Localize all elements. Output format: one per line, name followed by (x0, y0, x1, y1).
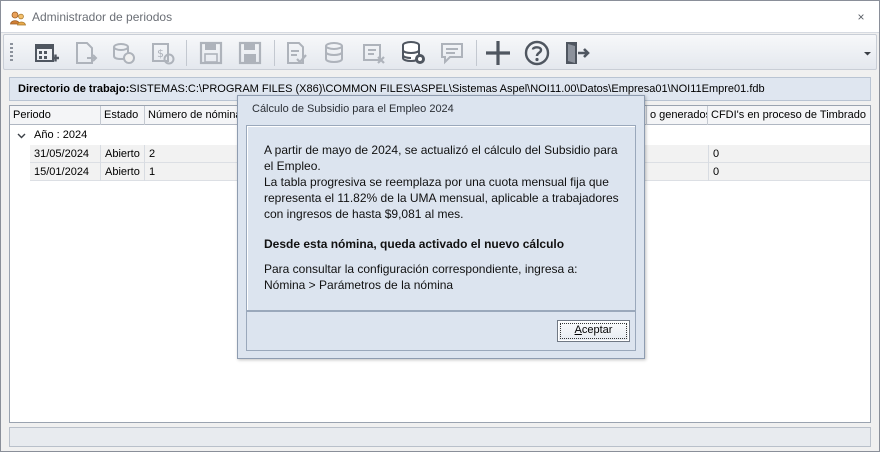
period-manager-window: Administrador de periodos × $ Directorio… (0, 0, 880, 452)
title-bar: Administrador de periodos × (1, 1, 879, 33)
working-directory-path: SISTEMAS:C:\PROGRAM FILES (X86)\COMMON F… (129, 83, 765, 95)
subsidy-dialog: Cálculo de Subsidio para el Empleo 2024 … (237, 95, 645, 359)
working-directory-label: Directorio de trabajo: (18, 83, 130, 95)
dialog-footer: Aceptar (246, 311, 636, 351)
dialog-paragraph-config: Para consultar la configuración correspo… (264, 262, 578, 276)
cell-estado: Abierto (101, 145, 145, 163)
chevron-down-icon[interactable] (17, 126, 26, 145)
users-icon (10, 11, 26, 26)
cancel-stamp-icon[interactable] (359, 38, 389, 68)
toolbar-separator (186, 40, 187, 66)
cell-cfdi: 0 (708, 145, 870, 163)
dialog-heading: Desde esta nómina, queda activado el nue… (264, 237, 565, 251)
cell-cfdi: 0 (708, 163, 870, 181)
toolbar: $ (3, 34, 877, 70)
cell-numero: 2 (145, 145, 245, 163)
calendar-add-icon[interactable] (31, 38, 61, 68)
dialog-paragraph-table: La tabla progresiva se reemplaza por una… (264, 175, 619, 221)
toolbar-overflow-icon[interactable] (863, 47, 872, 59)
focus-rect (560, 323, 627, 339)
save-icon[interactable] (196, 38, 226, 68)
cell-periodo: 31/05/2024 (30, 145, 101, 163)
database-check-icon[interactable] (320, 38, 350, 68)
toolbar-separator (476, 40, 477, 66)
column-header-generados[interactable]: o generados (646, 106, 708, 125)
dialog-title: Cálculo de Subsidio para el Empleo 2024 (252, 103, 454, 115)
calculate-payroll-icon[interactable]: $ (147, 38, 177, 68)
window-title: Administrador de periodos (32, 10, 173, 24)
exit-icon[interactable] (561, 38, 591, 68)
column-header-cfdi-timbrado[interactable]: CFDI's en proceso de Timbrado (708, 106, 870, 125)
coins-refresh-icon[interactable] (108, 38, 138, 68)
close-icon[interactable]: × (855, 11, 867, 23)
document-check-icon[interactable] (281, 38, 311, 68)
column-header-periodo[interactable]: Periodo (10, 106, 101, 125)
dialog-menu-path: Nómina > Parámetros de la nómina (264, 278, 454, 292)
svg-text:$: $ (157, 47, 164, 60)
dialog-paragraph-intro: A partir de mayo de 2024, se actualizó e… (264, 143, 618, 173)
column-header-numero-nomina[interactable]: Número de nómina (145, 106, 245, 125)
accept-button[interactable]: Aceptar (557, 320, 630, 342)
dialog-body: A partir de mayo de 2024, se actualizó e… (246, 125, 636, 311)
help-icon[interactable] (522, 38, 552, 68)
toolbar-separator (274, 40, 275, 66)
group-label: Año : 2024 (34, 129, 88, 141)
document-export-icon[interactable] (70, 38, 100, 68)
cell-estado: Abierto (101, 163, 145, 181)
toolbar-grip[interactable] (10, 43, 13, 63)
save-as-icon[interactable] (235, 38, 265, 68)
plus-icon[interactable] (483, 38, 513, 68)
status-bar (9, 427, 871, 447)
cell-periodo: 15/01/2024 (30, 163, 101, 181)
database-settings-icon[interactable] (398, 38, 428, 68)
cell-numero: 1 (145, 163, 245, 181)
column-header-estado[interactable]: Estado (101, 106, 145, 125)
comment-icon[interactable] (437, 38, 467, 68)
